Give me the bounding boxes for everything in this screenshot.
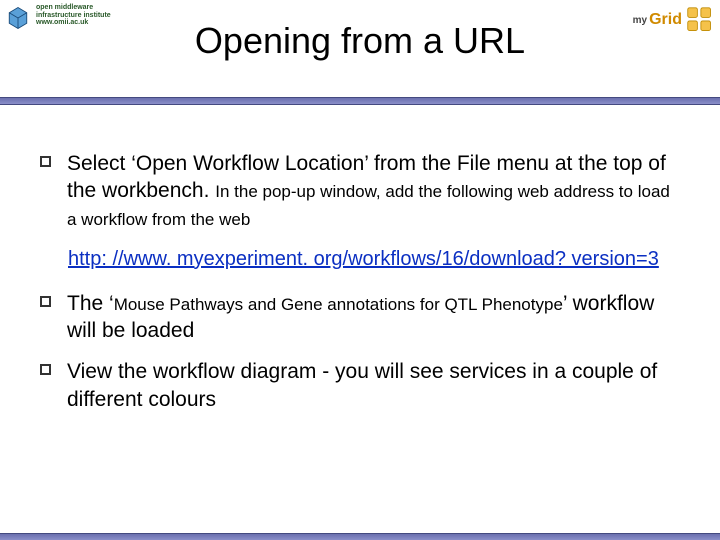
bullet-item: The ‘Mouse Pathways and Gene annotations… bbox=[40, 290, 680, 345]
workflow-url-link[interactable]: http: //www. myexperiment. org/workflows… bbox=[68, 248, 659, 270]
slide-title: Opening from a URL bbox=[0, 20, 720, 62]
title-divider bbox=[0, 97, 720, 105]
bullet-text: View the workflow diagram - you will see… bbox=[67, 358, 680, 413]
footer-divider bbox=[0, 533, 720, 540]
workflow-url-line: http: //www. myexperiment. org/workflows… bbox=[68, 246, 680, 272]
bullet-text: Select ‘Open Workflow Location’ from the… bbox=[67, 150, 680, 232]
bullet-item: View the workflow diagram - you will see… bbox=[40, 358, 680, 413]
bullet-square-icon bbox=[40, 156, 51, 167]
bullet-2-pre: The ‘ bbox=[67, 292, 114, 315]
slide-body: Select ‘Open Workflow Location’ from the… bbox=[40, 150, 680, 427]
bullet-text: The ‘Mouse Pathways and Gene annotations… bbox=[67, 290, 680, 345]
bullet-item: Select ‘Open Workflow Location’ from the… bbox=[40, 150, 680, 232]
bullet-3-main: View the workflow diagram - you will see… bbox=[67, 360, 657, 410]
slide: open middleware infrastructure institute… bbox=[0, 0, 720, 540]
omii-logo-line1: open middleware bbox=[36, 4, 111, 12]
bullet-2-mid: Mouse Pathways and Gene annotations for … bbox=[114, 295, 563, 314]
bullet-square-icon bbox=[40, 364, 51, 375]
omii-logo-line2: infrastructure institute bbox=[36, 12, 111, 20]
bullet-square-icon bbox=[40, 296, 51, 307]
